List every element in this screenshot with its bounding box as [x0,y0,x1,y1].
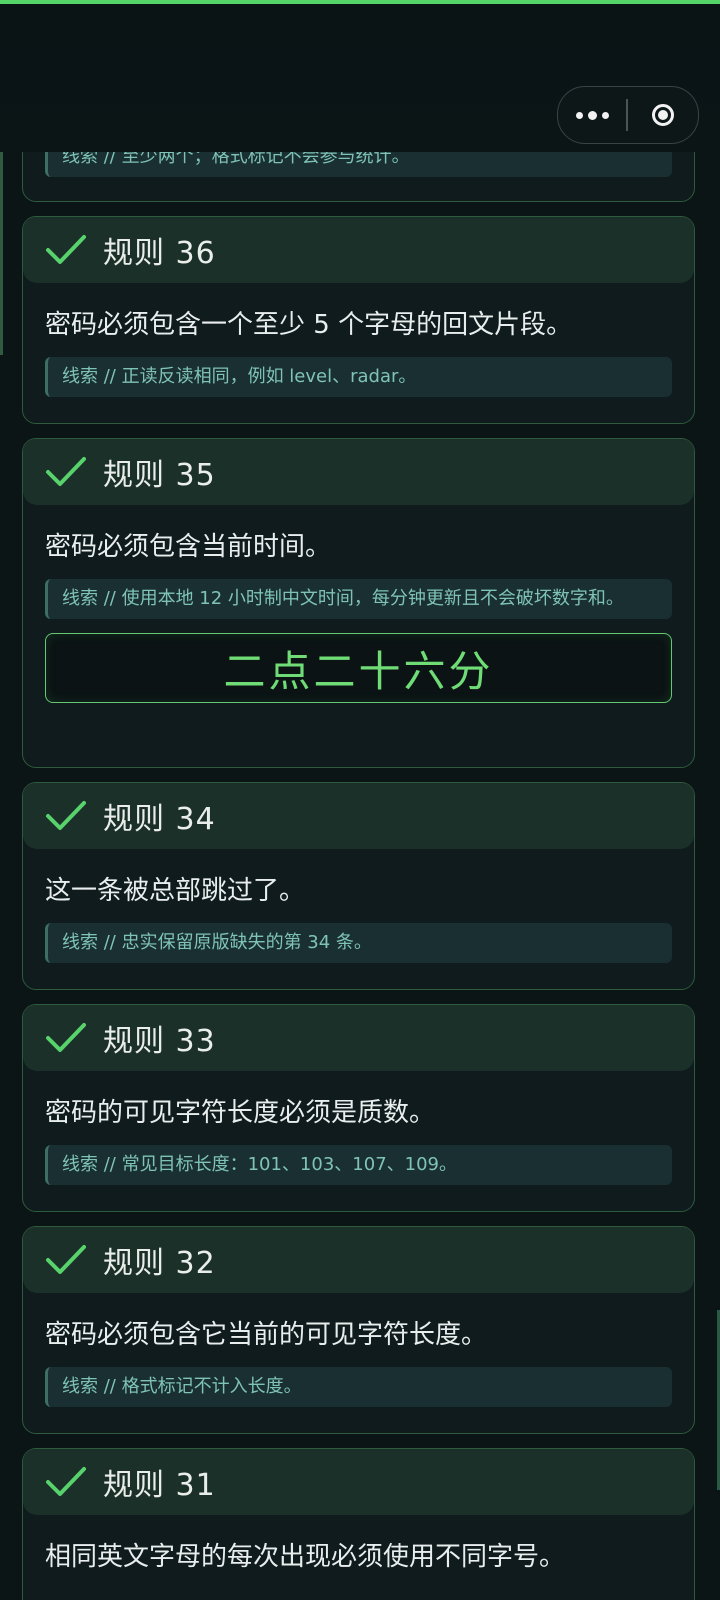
rule-title: 规则 34 [103,802,216,837]
rule-title: 规则 36 [103,236,216,271]
screen: 线索 // 至少两个；格式标记不会参与统计。 规则 36 密码必须包含一个至少 … [0,0,720,1600]
rule-clue: 线索 // 常见目标长度：101、103、107、109。 [45,1145,672,1185]
check-icon [46,235,86,264]
rule-card: 规则 36 密码必须包含一个至少 5 个字母的回文片段。 线索 // 正读反读相… [22,216,695,424]
rule-clue: 线索 // 使用本地 12 小时制中文时间，每分钟更新且不会破坏数字和。 [45,579,672,619]
rule-card: 规则 35 密码必须包含当前时间。 线索 // 使用本地 12 小时制中文时间，… [22,438,695,768]
check-icon [46,457,86,486]
rule-card-header: 规则 35 [23,439,694,505]
rule-card-header: 规则 32 [23,1227,694,1293]
left-edge-accent [0,125,3,355]
rule-card-header: 规则 34 [23,783,694,849]
target-close-icon[interactable] [628,87,698,143]
rule-title: 规则 32 [103,1246,216,1281]
rule-description: 密码必须包含它当前的可见字符长度。 [45,1320,488,1350]
rule-description: 这一条被总部跳过了。 [45,876,306,906]
more-dots-icon[interactable] [558,87,626,143]
rule-clue: 线索 // 正读反读相同，例如 level、radar。 [45,357,672,397]
check-icon [46,1023,86,1052]
check-icon [46,801,86,830]
rule-description: 密码必须包含一个至少 5 个字母的回文片段。 [45,310,573,340]
rule-card: 规则 32 密码必须包含它当前的可见字符长度。 线索 // 格式标记不计入长度。 [22,1226,695,1434]
rule-card-header: 规则 36 [23,217,694,283]
rule-card: 规则 31 相同英文字母的每次出现必须使用不同字号。 [22,1448,695,1600]
rule-title: 规则 31 [103,1468,216,1503]
rule-title: 规则 35 [103,458,216,493]
rule-card: 规则 33 密码的可见字符长度必须是质数。 线索 // 常见目标长度：101、1… [22,1004,695,1212]
rule-clue: 线索 // 格式标记不计入长度。 [45,1367,672,1407]
check-icon [46,1467,86,1496]
mini-program-capsule [557,86,699,144]
rule-card-header: 规则 33 [23,1005,694,1071]
check-icon [46,1245,86,1274]
rule-card: 规则 34 这一条被总部跳过了。 线索 // 忠实保留原版缺失的第 34 条。 [22,782,695,990]
rule-title: 规则 33 [103,1024,216,1059]
rule-clue: 线索 // 忠实保留原版缺失的第 34 条。 [45,923,672,963]
rule-description: 密码必须包含当前时间。 [45,532,332,562]
rule-description: 相同英文字母的每次出现必须使用不同字号。 [45,1542,566,1572]
rule-card-header: 规则 31 [23,1449,694,1515]
current-time-display: 二点二十六分 [45,633,672,703]
rule-description: 密码的可见字符长度必须是质数。 [45,1098,436,1128]
